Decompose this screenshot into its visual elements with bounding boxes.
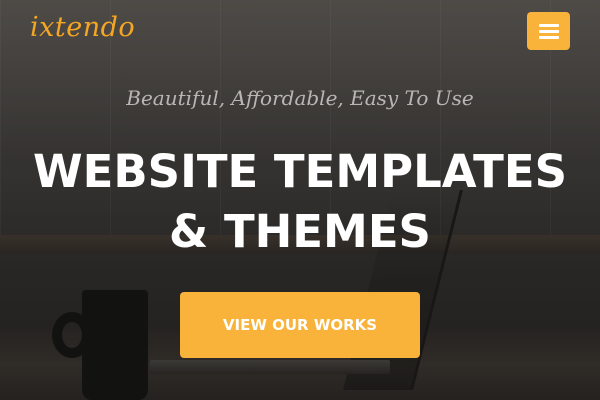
hero-headline-line-1: WEBSITE TEMPLATES [33,145,567,198]
site-header: ixtendo [0,0,600,64]
hero-tagline: Beautiful, Affordable, Easy To Use [126,86,474,110]
hero-headline: WEBSITE TEMPLATES & THEMES [0,142,600,262]
hamburger-icon [538,23,559,39]
view-our-works-button[interactable]: VIEW OUR WORKS [180,292,420,358]
site-logo[interactable]: ixtendo [30,12,135,43]
hero-section: ixtendo Beautiful, Affordable, Easy To U… [0,0,600,400]
hero-headline-line-2: & THEMES [169,205,431,258]
menu-button[interactable] [527,12,570,50]
